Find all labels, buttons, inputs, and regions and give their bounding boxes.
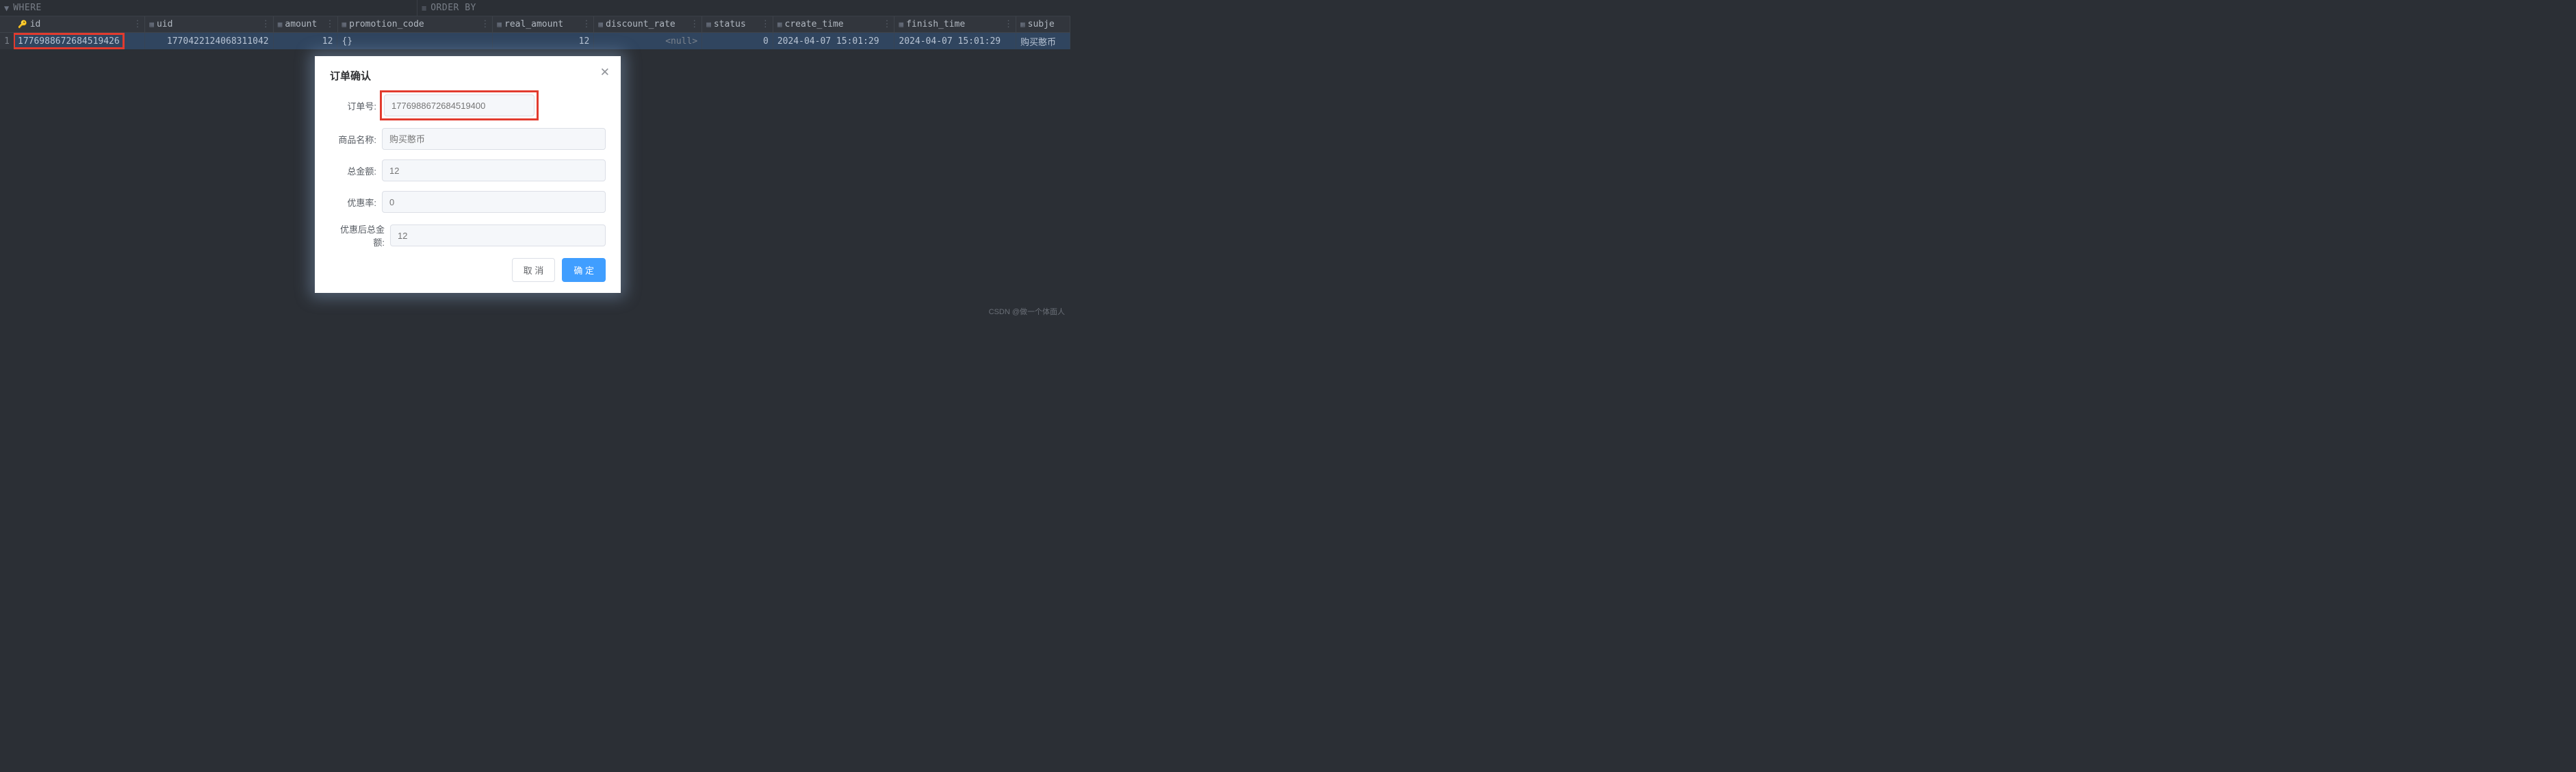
- column-header-uid[interactable]: ▦uid⋮: [145, 16, 273, 32]
- row-num-header: [0, 16, 14, 32]
- order-confirm-dialog: 订单确认 ✕ 订单号: 商品名称: 总金额: 优惠率: 优惠后总金额:: [315, 56, 621, 293]
- discount-label: 优惠率:: [330, 196, 382, 209]
- cell-create-time[interactable]: 2024-04-07 15:01:29: [773, 33, 895, 49]
- table-header-row: 🔑id⋮ ▦uid⋮ ▦amount⋮ ▦promotion_code⋮ ▦re…: [0, 16, 1070, 33]
- form-row-final: 优惠后总金额:: [330, 222, 606, 248]
- orderby-clause[interactable]: ≡ ORDER BY: [417, 0, 480, 16]
- filter-icon: ▼: [4, 3, 9, 13]
- cancel-button[interactable]: 取 消: [512, 258, 556, 282]
- table-row[interactable]: 1 1776988672684519426 177042212406831104…: [0, 33, 1070, 49]
- form-row-total: 总金额:: [330, 159, 606, 181]
- column-header-status[interactable]: ▦status⋮: [702, 16, 773, 32]
- column-icon: ▦: [1020, 20, 1025, 29]
- column-header-finish-time[interactable]: ▦finish_time⋮: [894, 16, 1016, 32]
- product-input[interactable]: [382, 128, 606, 150]
- column-icon: ▦: [149, 20, 154, 29]
- highlight-annotation: [380, 90, 539, 120]
- column-header-subject[interactable]: ▦subje: [1016, 16, 1070, 32]
- dialog-footer: 取 消 确 定: [330, 258, 606, 282]
- form-row-order-no: 订单号:: [330, 92, 606, 118]
- cell-id[interactable]: 1776988672684519426: [14, 33, 145, 49]
- cell-subject[interactable]: 购买憨币: [1016, 33, 1070, 49]
- cell-status[interactable]: 0: [702, 33, 773, 49]
- column-icon: ▦: [899, 20, 903, 29]
- resize-handle[interactable]: ⋮: [761, 19, 770, 29]
- resize-handle[interactable]: ⋮: [326, 19, 335, 29]
- column-icon: ▦: [777, 20, 782, 29]
- ok-button[interactable]: 确 定: [562, 258, 606, 282]
- column-header-discount-rate[interactable]: ▦discount_rate⋮: [594, 16, 702, 32]
- column-header-create-time[interactable]: ▦create_time⋮: [773, 16, 895, 32]
- where-label: WHERE: [13, 3, 42, 13]
- total-input[interactable]: [382, 159, 606, 181]
- column-icon: ▦: [278, 20, 283, 29]
- dialog-title: 订单确认: [330, 68, 606, 83]
- column-icon: ▦: [598, 20, 603, 29]
- cell-finish-time[interactable]: 2024-04-07 15:01:29: [894, 33, 1016, 49]
- column-icon: ▦: [706, 20, 711, 29]
- cell-amount[interactable]: 12: [274, 33, 338, 49]
- sort-icon: ≡: [422, 3, 426, 13]
- total-label: 总金额:: [330, 164, 382, 177]
- where-clause[interactable]: ▼ WHERE: [0, 0, 417, 16]
- cell-uid[interactable]: 1770422124068311042: [145, 33, 273, 49]
- key-icon: 🔑: [18, 20, 27, 29]
- highlight-annotation: 1776988672684519426: [14, 33, 125, 49]
- row-number: 1: [0, 33, 14, 49]
- column-header-real-amount[interactable]: ▦real_amount⋮: [493, 16, 594, 32]
- column-icon: ▦: [342, 20, 347, 29]
- form-row-discount: 优惠率:: [330, 191, 606, 213]
- resize-handle[interactable]: ⋮: [582, 19, 591, 29]
- modal-glow: 订单确认 ✕ 订单号: 商品名称: 总金额: 优惠率: 优惠后总金额:: [315, 56, 621, 293]
- orderby-label: ORDER BY: [430, 3, 476, 13]
- order-no-input[interactable]: [384, 94, 534, 116]
- resize-handle[interactable]: ⋮: [261, 19, 270, 29]
- final-input[interactable]: [390, 224, 606, 246]
- cell-promotion-code[interactable]: {}: [337, 33, 493, 49]
- close-icon[interactable]: ✕: [600, 66, 610, 79]
- form-row-product: 商品名称:: [330, 128, 606, 150]
- resize-handle[interactable]: ⋮: [480, 19, 489, 29]
- resize-handle[interactable]: ⋮: [1004, 19, 1013, 29]
- resize-handle[interactable]: ⋮: [882, 19, 891, 29]
- column-icon: ▦: [497, 20, 502, 29]
- resize-handle[interactable]: ⋮: [133, 19, 142, 29]
- resize-handle[interactable]: ⋮: [690, 19, 699, 29]
- column-header-amount[interactable]: ▦amount⋮: [274, 16, 338, 32]
- product-label: 商品名称:: [330, 133, 382, 146]
- column-header-promotion-code[interactable]: ▦promotion_code⋮: [338, 16, 493, 32]
- discount-input[interactable]: [382, 191, 606, 213]
- watermark: CSDN @做一个体面人: [989, 306, 1065, 317]
- column-header-id[interactable]: 🔑id⋮: [14, 16, 145, 32]
- filter-bar: ▼ WHERE ≡ ORDER BY: [0, 0, 1070, 16]
- cell-real-amount[interactable]: 12: [493, 33, 594, 49]
- order-no-label: 订单号:: [330, 99, 382, 112]
- cell-discount-rate[interactable]: <null>: [594, 33, 702, 49]
- final-label: 优惠后总金额:: [330, 222, 390, 248]
